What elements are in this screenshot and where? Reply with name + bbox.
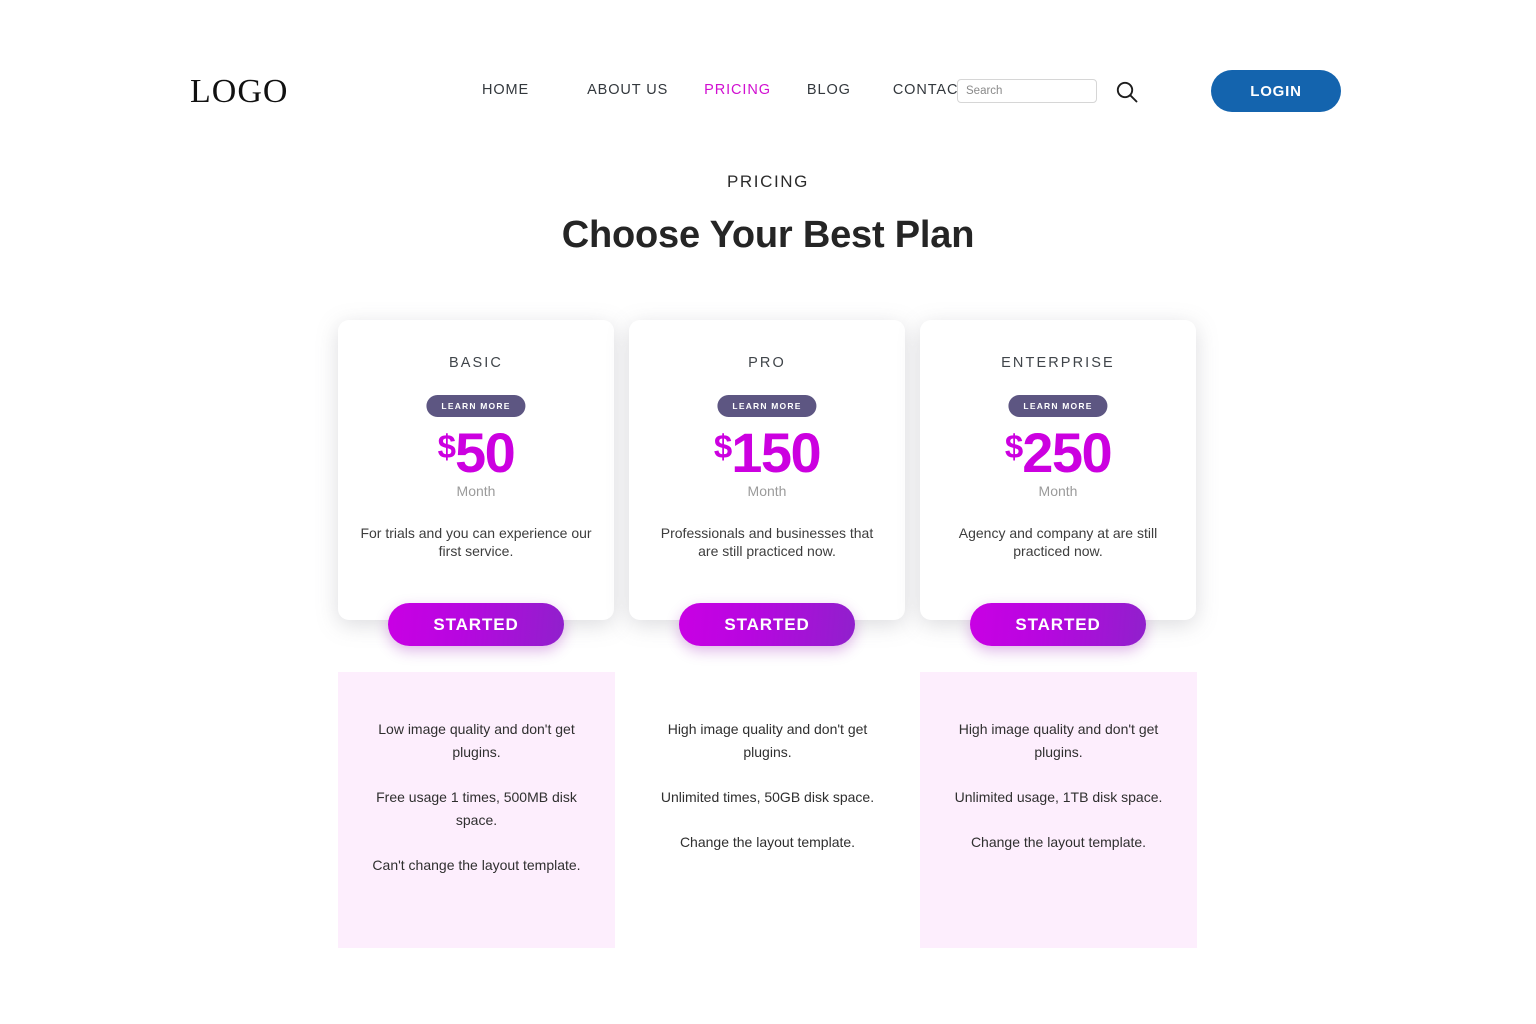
- nav-item-about-us[interactable]: ABOUT US: [587, 82, 668, 98]
- started-button-pro[interactable]: STARTED: [679, 603, 855, 646]
- learn-more-button[interactable]: LEARN MORE: [717, 395, 817, 417]
- feature-item: Unlimited usage, 1TB disk space.: [954, 789, 1163, 806]
- price-amount: 250: [1022, 421, 1112, 484]
- feature-panels: Low image quality and don't get plugins.…: [0, 672, 1536, 948]
- plan-price: $250: [920, 425, 1196, 481]
- feature-item: High image quality and don't get plugins…: [667, 721, 868, 761]
- currency-symbol: $: [1004, 428, 1023, 465]
- price-amount: 50: [455, 421, 516, 484]
- learn-more-button[interactable]: LEARN MORE: [426, 395, 526, 417]
- search-icon[interactable]: [1114, 79, 1140, 105]
- started-button-enterprise[interactable]: STARTED: [970, 603, 1146, 646]
- plan-name: ENTERPRISE: [1001, 355, 1115, 371]
- login-button[interactable]: LOGIN: [1211, 70, 1341, 112]
- section-eyebrow: PRICING: [726, 172, 810, 191]
- feature-item: Change the layout template.: [970, 834, 1147, 851]
- plan-description: For trials and you can experience our fi…: [360, 525, 592, 559]
- currency-symbol: $: [437, 428, 456, 465]
- main-navigation: HOME ABOUT US PRICING BLOG CONTACT: [482, 82, 968, 98]
- plan-price: $150: [629, 425, 905, 481]
- page-title: Choose Your Best Plan: [561, 214, 975, 256]
- learn-more-button[interactable]: LEARN MORE: [1008, 395, 1108, 417]
- feature-item: Unlimited times, 50GB disk space.: [660, 789, 875, 806]
- nav-item-pricing[interactable]: PRICING: [704, 82, 771, 98]
- price-amount: 150: [731, 421, 821, 484]
- feature-item: Low image quality and don't get plugins.: [378, 721, 575, 761]
- pricing-card-pro[interactable]: PRO LEARN MORE $150 Month Professionals …: [629, 320, 905, 620]
- site-logo[interactable]: LOGO: [190, 72, 288, 112]
- nav-item-blog[interactable]: BLOG: [807, 82, 851, 98]
- pricing-page: LOGO HOME ABOUT US PRICING BLOG CONTACT …: [0, 0, 1536, 1024]
- currency-symbol: $: [713, 428, 732, 465]
- plan-description: Professionals and businesses that are st…: [660, 525, 874, 559]
- billing-period: Month: [1038, 483, 1078, 499]
- billing-period: Month: [456, 483, 496, 499]
- feature-panel-basic: Low image quality and don't get plugins.…: [338, 672, 615, 948]
- feature-panel-pro: High image quality and don't get plugins…: [629, 672, 906, 948]
- feature-item: Can't change the layout template.: [372, 857, 581, 874]
- feature-item: Free usage 1 times, 500MB disk space.: [376, 789, 577, 829]
- feature-item: Change the layout template.: [679, 834, 856, 851]
- pricing-card-enterprise[interactable]: ENTERPRISE LEARN MORE $250 Month Agency …: [920, 320, 1196, 620]
- plan-price: $50: [338, 425, 614, 481]
- nav-item-home[interactable]: HOME: [482, 82, 529, 98]
- pricing-card-basic[interactable]: BASIC LEARN MORE $50 Month For trials an…: [338, 320, 614, 620]
- plan-description: Agency and company at are still practice…: [958, 525, 1158, 559]
- feature-panel-enterprise: High image quality and don't get plugins…: [920, 672, 1197, 948]
- pricing-cards: BASIC LEARN MORE $50 Month For trials an…: [0, 320, 1536, 680]
- plan-name: BASIC: [448, 355, 503, 371]
- search-input[interactable]: [957, 79, 1097, 103]
- plan-name: PRO: [748, 355, 786, 371]
- site-header: LOGO HOME ABOUT US PRICING BLOG CONTACT …: [0, 0, 1536, 150]
- billing-period: Month: [747, 483, 787, 499]
- started-button-basic[interactable]: STARTED: [388, 603, 564, 646]
- feature-item: High image quality and don't get plugins…: [958, 721, 1159, 761]
